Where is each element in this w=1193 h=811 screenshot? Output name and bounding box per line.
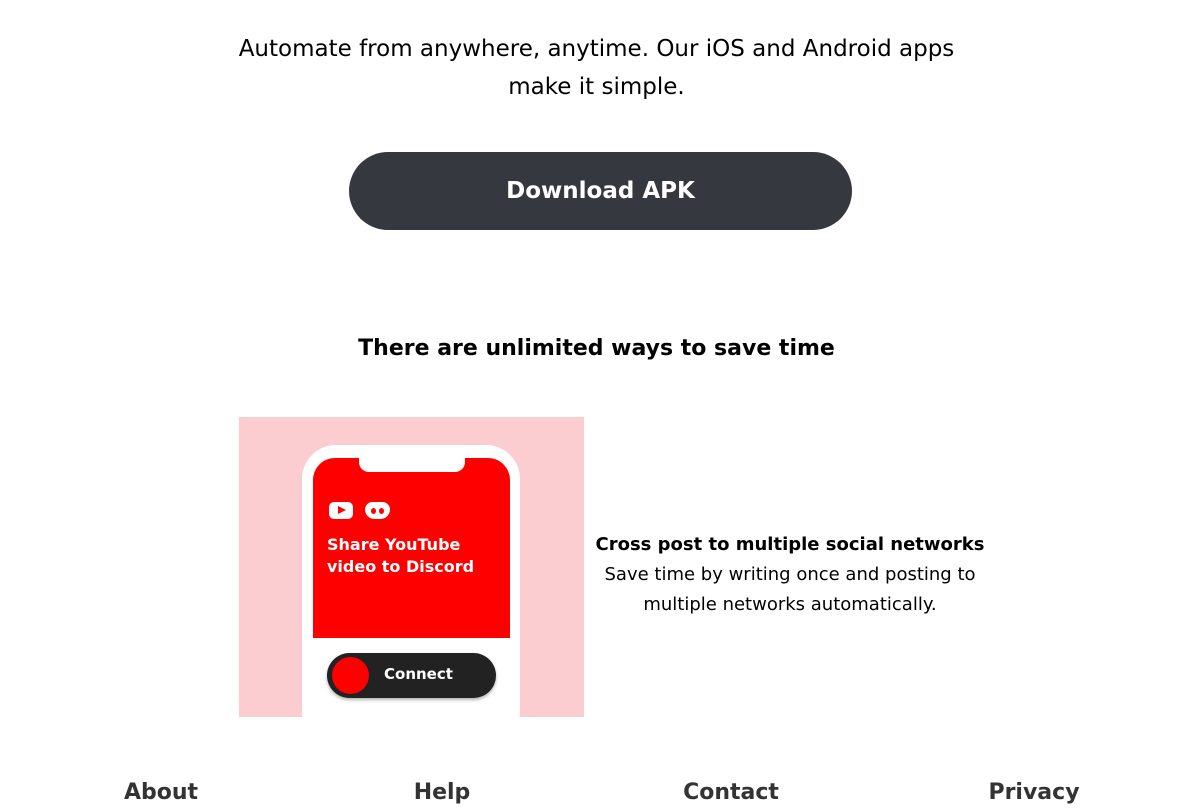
- intro-text: Automate from anywhere, anytime. Our iOS…: [0, 30, 1193, 106]
- youtube-icon: [329, 502, 353, 519]
- applet-title: Share YouTube video to Discord: [327, 535, 475, 576]
- intro-line-1: Automate from anywhere, anytime. Our iOS…: [238, 36, 955, 62]
- download-apk-button[interactable]: Download APK: [349, 152, 852, 230]
- section-title: There are unlimited ways to save time: [358, 336, 835, 361]
- connect-label: Connect: [384, 665, 453, 683]
- footer-contact-link[interactable]: Contact: [683, 780, 779, 805]
- phone-illustration: Share YouTube video to Discord Connect: [302, 445, 520, 717]
- connect-toggle: Connect: [327, 653, 496, 698]
- card-description: Cross post to multiple social networks S…: [595, 530, 985, 620]
- footer-help-link[interactable]: Help: [414, 780, 471, 805]
- toggle-knob: [332, 657, 369, 694]
- applet-image[interactable]: Share YouTube video to Discord Connect: [239, 417, 584, 717]
- card-text: Save time by writing once and posting to…: [604, 564, 976, 615]
- footer-privacy-link[interactable]: Privacy: [988, 780, 1079, 805]
- card-title: Cross post to multiple social networks: [595, 534, 985, 555]
- intro-line-2: make it simple.: [508, 74, 685, 100]
- discord-icon: [365, 502, 390, 519]
- footer-about-link[interactable]: About: [124, 780, 198, 805]
- phone-screen: Share YouTube video to Discord: [313, 458, 510, 638]
- phone-notch: [359, 458, 465, 472]
